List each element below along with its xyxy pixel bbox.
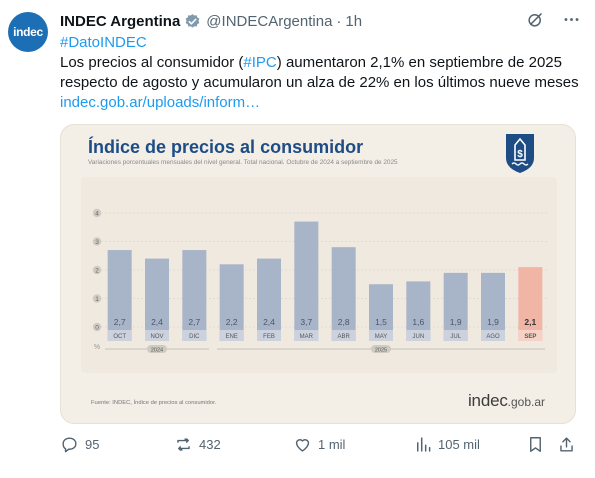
hashtag-datoindec[interactable]: #DatoINDEC bbox=[60, 34, 147, 51]
reply-button[interactable]: 95 bbox=[60, 432, 99, 456]
category-label: MAY bbox=[375, 334, 388, 340]
bookmark-icon bbox=[530, 436, 541, 452]
post-time[interactable]: 1h bbox=[345, 13, 362, 30]
category-label: OCT bbox=[113, 334, 126, 340]
bar-ene bbox=[219, 264, 244, 341]
value-label: 1,9 bbox=[487, 317, 499, 327]
share-button[interactable] bbox=[557, 432, 582, 456]
brand-main: indec bbox=[467, 391, 508, 410]
bar-feb bbox=[257, 258, 281, 341]
category-label: SEP bbox=[524, 334, 536, 340]
indec-logo: indec.gob.ar bbox=[468, 391, 545, 411]
share-icon bbox=[560, 436, 573, 452]
bar-sep bbox=[518, 267, 543, 341]
y-axis-unit: % bbox=[94, 344, 100, 351]
like-button[interactable]: 1 mil bbox=[293, 432, 345, 456]
author-name[interactable]: INDEC Argentina bbox=[60, 13, 180, 30]
chart-source: Fuente: INDEC, Índice de precios al cons… bbox=[91, 400, 217, 406]
bar-oct bbox=[107, 250, 132, 341]
value-label: 1,9 bbox=[450, 317, 462, 327]
year-label: 2025 bbox=[375, 347, 387, 353]
header-actions bbox=[525, 9, 581, 29]
y-tick-label: 3 bbox=[95, 239, 99, 246]
category-label: MAR bbox=[300, 334, 314, 340]
category-label: JUN bbox=[412, 334, 424, 340]
value-label: 2,7 bbox=[188, 317, 200, 327]
repost-icon bbox=[177, 437, 190, 451]
bookmark-button[interactable] bbox=[526, 432, 551, 456]
post-header: INDEC Argentina @INDECArgentina · 1h bbox=[60, 11, 362, 31]
repost-button[interactable]: 432 bbox=[174, 432, 221, 456]
reply-count: 95 bbox=[85, 436, 100, 452]
category-label: JUL bbox=[450, 334, 461, 340]
year-label: 2024 bbox=[151, 347, 163, 353]
post-link[interactable]: indec.gob.ar/uploads/inform… bbox=[60, 94, 260, 111]
value-label: 1,6 bbox=[412, 317, 424, 327]
views-count: 105 mil bbox=[438, 436, 480, 452]
card-subtitle: Variaciones porcentuales mensuales del n… bbox=[88, 159, 398, 166]
value-label: 2,8 bbox=[338, 317, 350, 327]
value-label: 2,7 bbox=[114, 317, 126, 327]
value-label: 2,4 bbox=[263, 317, 275, 327]
like-count: 1 mil bbox=[318, 436, 346, 452]
action-bar: 95 432 1 mil 105 mil bbox=[60, 432, 580, 456]
bar-nov bbox=[145, 258, 169, 341]
avatar[interactable]: indec bbox=[8, 12, 48, 52]
card-title: Índice de precios al consumidor bbox=[88, 137, 364, 157]
value-label: 2,1 bbox=[524, 317, 536, 327]
more-options-icon[interactable] bbox=[561, 9, 581, 29]
indec-shield-icon: $ bbox=[506, 134, 534, 173]
category-label: AGO bbox=[486, 334, 500, 340]
brand-suffix: .gob.ar bbox=[507, 395, 545, 409]
value-label: 2,2 bbox=[226, 317, 238, 327]
bar-dic bbox=[182, 250, 207, 341]
bar-chart: 0 1 2 3 4% 2,7 OCT 2,4 NOV 2,7 DIC 2,2 ENE 2,4 FEB 3,7 M… bbox=[81, 177, 557, 373]
avatar-text: indec bbox=[13, 25, 43, 39]
category-label: DIC bbox=[189, 334, 200, 340]
reply-icon bbox=[62, 436, 77, 452]
media-card[interactable]: 0 1 2 3 4% 2,7 OCT 2,4 NOV 2,7 DIC 2,2 ENE 2,4 FEB 3,7 M… bbox=[60, 124, 576, 424]
category-label: ABR bbox=[337, 334, 350, 340]
post-body-start: Los precios al consumidor ( bbox=[60, 54, 244, 71]
post-text: #DatoINDEC Los precios al consumidor (#I… bbox=[60, 33, 580, 113]
category-label: ENE bbox=[225, 334, 237, 340]
y-tick-label: 1 bbox=[95, 296, 99, 303]
heart-icon bbox=[295, 438, 310, 452]
y-tick-label: 0 bbox=[95, 324, 99, 331]
separator-dot: · bbox=[336, 12, 342, 30]
value-label: 1,5 bbox=[375, 317, 387, 327]
views-chart-icon bbox=[416, 436, 431, 452]
author-handle[interactable]: @INDECArgentina bbox=[206, 13, 332, 30]
y-tick-label: 4 bbox=[95, 210, 99, 217]
verified-badge-icon bbox=[185, 13, 200, 28]
repost-count: 432 bbox=[199, 436, 221, 452]
views-button[interactable]: 105 mil bbox=[413, 432, 480, 456]
y-tick-label: 2 bbox=[95, 267, 99, 274]
value-label: 3,7 bbox=[300, 317, 312, 327]
value-label: 2,4 bbox=[151, 317, 163, 327]
grok-icon[interactable] bbox=[525, 9, 545, 29]
category-label: NOV bbox=[150, 334, 163, 340]
svg-text:$: $ bbox=[517, 149, 523, 160]
category-label: FEB bbox=[263, 334, 275, 340]
hashtag-ipc[interactable]: #IPC bbox=[243, 54, 276, 71]
